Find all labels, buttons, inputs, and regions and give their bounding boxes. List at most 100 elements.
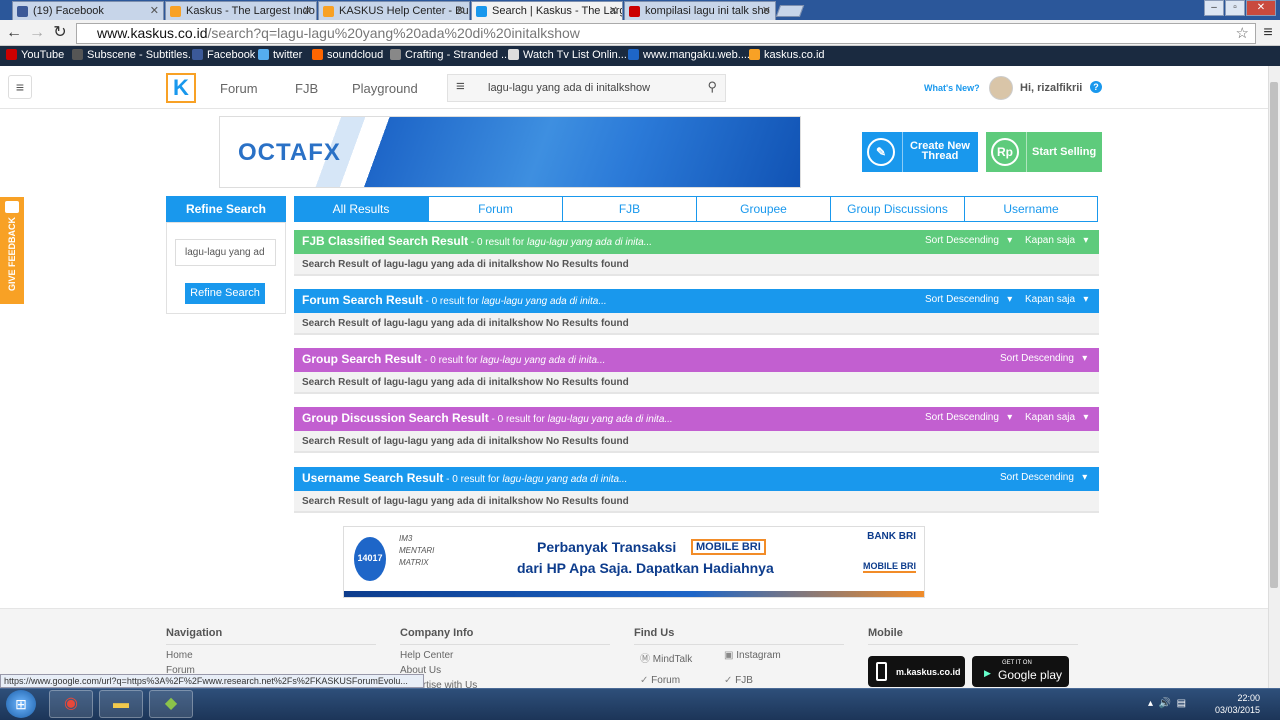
search-icon[interactable]: ⚲ [707, 79, 717, 95]
play-icon: ▶ [984, 668, 991, 678]
bookmark-crafting[interactable]: Crafting - Stranded ... [390, 49, 510, 61]
tab-forum[interactable]: Forum [428, 196, 563, 222]
bri-phone-badge: 14017 [354, 537, 386, 581]
browser-tab-facebook[interactable]: (19) Facebook ✕ [12, 1, 164, 20]
forward-icon[interactable]: → [27, 23, 47, 43]
refine-search-input[interactable]: lagu-lagu yang ad [175, 239, 276, 266]
sort-dropdown[interactable]: Sort Descending ▾ [925, 412, 1012, 423]
twitter-icon: ✓ [640, 675, 649, 686]
taskbar-explorer[interactable]: ▬ [99, 690, 143, 718]
bri-ad-banner[interactable]: 14017 IM3 MENTARI MATRIX Perbanyak Transak… [343, 526, 925, 598]
user-greeting[interactable]: Hi, rizalfikrii [1020, 82, 1082, 94]
tab-title: kompilasi lagu ini talk sho [645, 5, 770, 17]
close-tab-icon[interactable]: ✕ [150, 4, 159, 17]
fjb-result-body: Search Result of lagu-lagu yang ada di i… [294, 254, 1099, 276]
close-tab-icon[interactable]: ✕ [456, 4, 465, 17]
bookmarks-bar: YouTube Subscene - Subtitles... Facebook… [0, 46, 1280, 66]
clock[interactable]: 22:00 03/03/2015 [1210, 692, 1260, 716]
bookmark-soundcloud[interactable]: soundcloud [312, 49, 383, 61]
kaskus-logo[interactable]: K [166, 73, 196, 103]
footer-link-instagram[interactable]: ▣ Instagram [724, 650, 781, 661]
youtube-icon [629, 6, 640, 17]
side-menu-icon[interactable]: ≡ [8, 75, 32, 99]
time-dropdown[interactable]: Kapan saja ▾ [1025, 235, 1088, 246]
close-tab-icon[interactable]: ✕ [762, 4, 771, 17]
mindtalk-icon: Ⓜ [640, 654, 650, 665]
back-icon[interactable]: ← [4, 23, 24, 43]
sort-dropdown[interactable]: Sort Descending ▾ [1000, 472, 1087, 483]
maximize-button[interactable]: ▫ [1225, 0, 1245, 16]
result-query: lagu-lagu yang ada di inita... [526, 237, 653, 248]
octafx-ad-banner[interactable]: OCTAFX [219, 116, 801, 188]
footer-link-twitter-forum[interactable]: ✓ Forum [640, 675, 680, 686]
minimize-button[interactable]: – [1204, 0, 1224, 16]
site-search-input[interactable]: ≡ lagu-lagu yang ada di initalkshow ⚲ [447, 74, 726, 102]
sort-dropdown[interactable]: Sort Descending ▾ [925, 235, 1012, 246]
scrollbar-thumb[interactable] [1270, 82, 1278, 588]
bookmark-watch-tv[interactable]: Watch Tv List Onlin... [508, 49, 627, 61]
tab-fjb[interactable]: FJB [562, 196, 697, 222]
search-category-icon[interactable]: ≡ [456, 78, 465, 95]
footer-link-twitter-fjb[interactable]: ✓ FJB [724, 675, 753, 686]
bookmark-facebook[interactable]: Facebook [192, 49, 255, 61]
tab-groupee[interactable]: Groupee [696, 196, 831, 222]
time-dropdown[interactable]: Kapan saja ▾ [1025, 412, 1088, 423]
mobile-site-button[interactable]: m.kaskus.co.id [868, 656, 965, 687]
bookmark-subscene[interactable]: Subscene - Subtitles... [72, 49, 197, 61]
result-title: Group Search Result [302, 352, 422, 366]
taskbar-chrome[interactable]: ◉ [49, 690, 93, 718]
sort-dropdown[interactable]: Sort Descending ▾ [1000, 353, 1087, 364]
taskbar-bluestacks[interactable]: ◆ [149, 690, 193, 718]
fjb-result-header: FJB Classified Search Result - 0 result … [294, 230, 1099, 254]
give-feedback-tab[interactable]: GIVE FEEDBACK [0, 197, 24, 304]
new-tab-button[interactable] [775, 5, 805, 17]
system-tray[interactable]: ▴ 🔊 ▤ [1148, 698, 1186, 709]
bookmark-star-icon[interactable]: ☆ [1236, 24, 1249, 42]
avatar[interactable] [989, 76, 1013, 100]
browser-tab-search[interactable]: Search | Kaskus - The Larg ✕ [471, 1, 623, 20]
browser-tab-kaskus[interactable]: Kaskus - The Largest Indo ✕ [165, 1, 317, 20]
nav-forum[interactable]: Forum [220, 81, 258, 96]
start-selling-button[interactable]: Rp Start Selling [986, 132, 1102, 172]
bookmark-kaskus[interactable]: kaskus.co.id [749, 49, 825, 61]
browser-tab-youtube[interactable]: kompilasi lagu ini talk sho ✕ [624, 1, 776, 20]
help-icon[interactable]: ? [1090, 81, 1102, 93]
whats-new-link[interactable]: What's New? [924, 83, 980, 93]
bookmark-label: Subscene - Subtitles... [87, 49, 198, 61]
username-result-header: Username Search Result - 0 result for la… [294, 467, 1099, 491]
bookmark-mangaku[interactable]: www.mangaku.web.... [628, 49, 750, 61]
result-count: - 0 result for [422, 296, 482, 307]
soundcloud-icon [312, 49, 323, 60]
bookmark-youtube[interactable]: YouTube [6, 49, 64, 61]
close-tab-icon[interactable]: ✕ [609, 4, 618, 17]
google-play-button[interactable]: GET IT ON ▶ Google play [972, 656, 1069, 687]
footer-find-us-title: Find Us [634, 627, 844, 645]
browser-tab-help-center[interactable]: KASKUS Help Center - Bu ✕ [318, 1, 470, 20]
octafx-logo: OCTAFX [238, 139, 341, 166]
chevron-down-icon: ▾ [1083, 412, 1089, 423]
close-tab-icon[interactable]: ✕ [303, 4, 312, 17]
reload-icon[interactable]: ↻ [50, 23, 70, 43]
result-count: - 0 result for [443, 474, 503, 485]
create-thread-button[interactable]: ✎ Create New Thread [862, 132, 978, 172]
operator-logos: IM3 MENTARI MATRIX [399, 533, 434, 569]
time-dropdown[interactable]: Kapan saja ▾ [1025, 294, 1088, 305]
bookmark-twitter[interactable]: twitter [258, 49, 302, 61]
tab-group-discussions[interactable]: Group Discussions [830, 196, 965, 222]
refine-search-button[interactable]: Refine Search [185, 283, 265, 304]
nav-fjb[interactable]: FJB [295, 81, 318, 96]
close-window-button[interactable]: ✕ [1246, 0, 1276, 16]
start-button[interactable]: ⊞ [6, 690, 36, 718]
sort-dropdown[interactable]: Sort Descending ▾ [925, 294, 1012, 305]
footer-link-mindtalk[interactable]: Ⓜ MindTalk [640, 650, 692, 665]
tab-all-results[interactable]: All Results [294, 196, 428, 222]
address-bar[interactable]: www.kaskus.co.id/search?q=lagu-lagu%20ya… [76, 23, 1256, 44]
footer-link-help-center[interactable]: Help Center [400, 650, 453, 661]
divider [1026, 132, 1027, 172]
nav-playground[interactable]: Playground [352, 81, 418, 96]
footer-link-home[interactable]: Home [166, 650, 193, 661]
bri-headline: Perbanyak Transaksi [537, 539, 677, 555]
get-it-on-label: GET IT ON [1002, 660, 1032, 666]
chrome-menu-icon[interactable]: ≡ [1258, 23, 1278, 43]
tab-username[interactable]: Username [964, 196, 1098, 222]
